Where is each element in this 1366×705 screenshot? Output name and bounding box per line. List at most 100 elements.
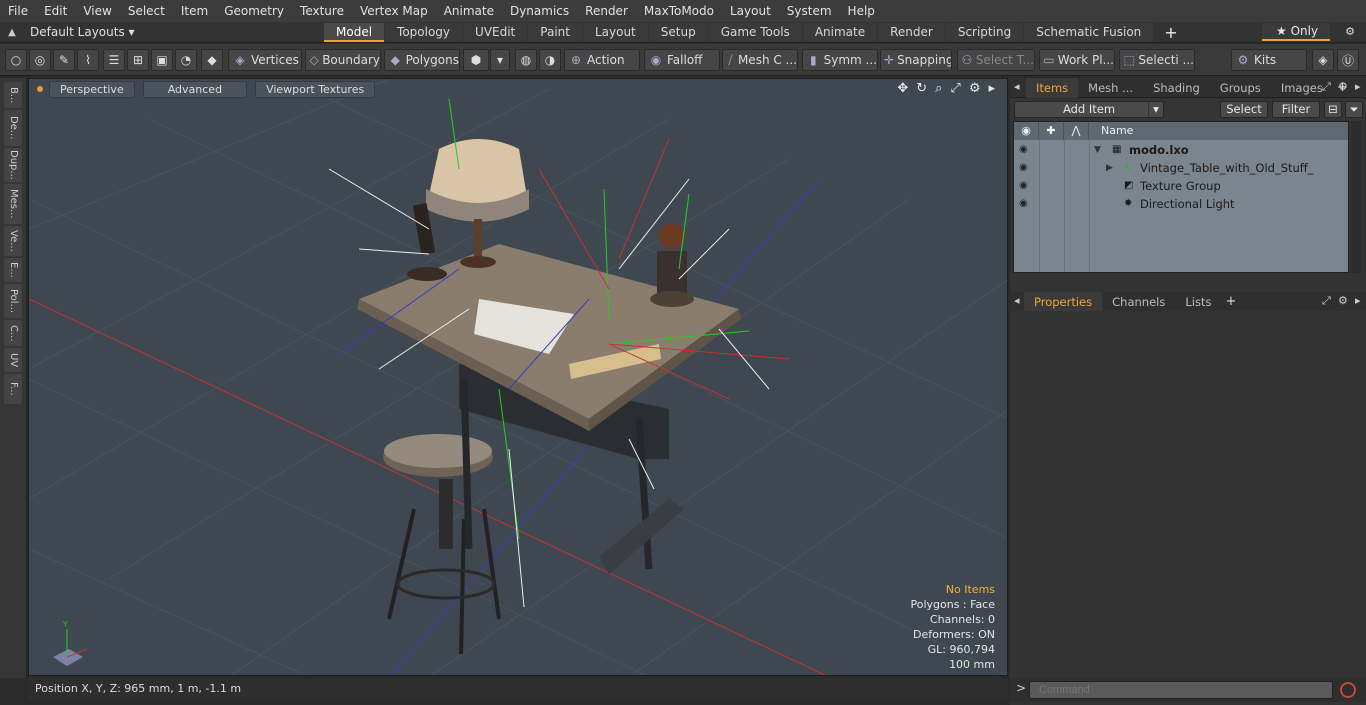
default-layouts-dropdown[interactable]: Default Layouts ▾	[24, 25, 324, 39]
tab-animate[interactable]: Animate	[802, 22, 878, 42]
menu-texture[interactable]: Texture	[292, 0, 352, 22]
record-macro-icon[interactable]	[1340, 682, 1356, 698]
tab-shading[interactable]: Shading	[1143, 78, 1210, 98]
panel-menu-icon[interactable]: ◂	[1014, 80, 1020, 93]
add-props-tab-icon[interactable]: +	[1221, 294, 1240, 309]
only-toggle[interactable]: ★ Only	[1262, 23, 1330, 41]
menu-maxtomodo[interactable]: MaxToModo	[636, 0, 722, 22]
command-input[interactable]	[1029, 681, 1333, 699]
chevron-down-icon[interactable]: ▾	[490, 49, 510, 71]
mesh-constraints-button[interactable]: ⧸ Mesh C ...	[722, 49, 798, 71]
advanced-button[interactable]: Advanced	[142, 80, 248, 98]
texture-icon[interactable]: ◑	[539, 49, 561, 71]
tab-render[interactable]: Render	[878, 22, 945, 42]
kits-button[interactable]: ⚙ Kits	[1231, 49, 1307, 71]
menu-animate[interactable]: Animate	[436, 0, 502, 22]
viewport-more-icon[interactable]: ▸	[988, 81, 995, 96]
menu-help[interactable]: Help	[840, 0, 883, 22]
work-plane-button[interactable]: ▭ Work Pl...	[1039, 49, 1115, 71]
strip-tab-edge[interactable]: E...	[4, 258, 22, 282]
collapse-triangle-icon[interactable]: ▼	[1094, 141, 1101, 159]
snapping-button[interactable]: ✛ Snapping	[880, 49, 952, 71]
grid-icon[interactable]: ⊞	[127, 49, 149, 71]
tab-setup[interactable]: Setup	[648, 22, 708, 42]
brush-icon[interactable]: ⌇	[77, 49, 99, 71]
panel-more-icon[interactable]: ▸	[1355, 80, 1361, 93]
polygons-button[interactable]: ◆ Polygons	[384, 49, 460, 71]
list-item[interactable]: ◉ ▶ ⅄ Vintage_Table_with_Old_Stuff_	[1014, 159, 1348, 177]
tab-topology[interactable]: Topology	[385, 22, 463, 42]
viewport-textures-button[interactable]: Viewport Textures	[255, 80, 376, 98]
menu-layout[interactable]: Layout	[722, 0, 779, 22]
vertices-button[interactable]: ◈ Vertices	[228, 49, 302, 71]
menu-view[interactable]: View	[75, 0, 119, 22]
tab-groups[interactable]: Groups	[1210, 78, 1271, 98]
props-more-icon[interactable]: ▸	[1355, 294, 1361, 307]
cube-shade-icon[interactable]: ◆	[201, 49, 223, 71]
funnel-icon[interactable]: ⏷	[1345, 101, 1363, 118]
tab-lists[interactable]: Lists	[1175, 292, 1221, 312]
boundary-button[interactable]: ◇ Boundary	[305, 49, 381, 71]
collapse-icon[interactable]: ⊟	[1324, 101, 1342, 118]
eye-icon[interactable]: ◉	[1019, 177, 1028, 195]
perspective-button[interactable]: Perspective	[49, 80, 135, 98]
tab-model[interactable]: Model	[324, 22, 385, 42]
rotate-view-icon[interactable]: ↻	[916, 81, 927, 96]
props-gear-icon[interactable]: ⚙	[1338, 294, 1348, 307]
pen-icon[interactable]: ✎	[53, 49, 75, 71]
expand-panel-icon[interactable]: ⤢	[1322, 80, 1331, 94]
type-column-icon[interactable]: ⋀	[1064, 122, 1089, 140]
eye-icon[interactable]: ◉	[1019, 141, 1028, 159]
square-icon[interactable]: ▣	[151, 49, 173, 71]
3d-viewport[interactable]: Y Perspective Advanced Viewport Textures…	[28, 78, 1008, 676]
falloff-button[interactable]: ◉ Falloff	[644, 49, 720, 71]
list-item[interactable]: ◉ ▼ ▦ modo.lxo	[1014, 141, 1348, 159]
zoom-icon[interactable]: ⌕	[935, 81, 942, 96]
strip-tab-vertex[interactable]: Ve...	[4, 226, 22, 256]
eye-icon[interactable]: ◉	[1019, 159, 1028, 177]
layout-up-icon[interactable]: ▲	[0, 27, 24, 38]
item-mode-icon[interactable]: ⬢	[463, 49, 489, 71]
add-tab-icon[interactable]: +	[1154, 23, 1187, 42]
strip-tab-fusion[interactable]: F...	[4, 374, 22, 404]
strip-tab-deform[interactable]: De...	[4, 110, 22, 146]
expand-triangle-icon[interactable]: ▶	[1106, 159, 1113, 177]
menu-file[interactable]: File	[0, 0, 36, 22]
props-menu-icon[interactable]: ◂	[1014, 294, 1020, 307]
menu-system[interactable]: System	[779, 0, 840, 22]
fit-view-icon[interactable]: ⤢	[950, 81, 960, 96]
props-expand-icon[interactable]: ⤢	[1322, 294, 1331, 308]
tab-paint[interactable]: Paint	[528, 22, 582, 42]
gear-icon[interactable]: ⚙	[1340, 22, 1360, 42]
menu-item[interactable]: Item	[173, 0, 216, 22]
strip-tab-polygon[interactable]: Pol...	[4, 284, 22, 318]
tab-properties[interactable]: Properties	[1024, 291, 1103, 312]
menu-render[interactable]: Render	[577, 0, 636, 22]
unity-icon[interactable]: ◈	[1312, 49, 1334, 71]
selection-sets-button[interactable]: ⬚ Selecti ...	[1119, 49, 1195, 71]
tab-channels[interactable]: Channels	[1102, 292, 1175, 312]
command-chevron-icon[interactable]: >	[1016, 681, 1026, 695]
lock-column-icon[interactable]: ✚	[1039, 122, 1064, 140]
strip-tab-duplicate[interactable]: Dup...	[4, 148, 22, 182]
strip-tab-basic[interactable]: B...	[4, 82, 22, 108]
menu-dynamics[interactable]: Dynamics	[502, 0, 577, 22]
action-center-button[interactable]: ⊕ Action	[564, 49, 640, 71]
circle-select-icon[interactable]: ○	[5, 49, 27, 71]
globe-icon[interactable]: ◎	[29, 49, 51, 71]
strip-tab-mesh-edit[interactable]: Mes...	[4, 184, 22, 224]
menu-vertex-map[interactable]: Vertex Map	[352, 0, 436, 22]
tab-scripting[interactable]: Scripting	[945, 22, 1024, 42]
panel-gear-icon[interactable]: ⚙	[1338, 80, 1348, 93]
tab-layout[interactable]: Layout	[582, 22, 648, 42]
strip-tab-curve[interactable]: C...	[4, 320, 22, 346]
tab-items[interactable]: Items	[1026, 77, 1079, 98]
select-through-button[interactable]: ⚇ Select T...	[957, 49, 1035, 71]
rotate-icon[interactable]: ◔	[175, 49, 197, 71]
list-item[interactable]: ◉ ✸ Directional Light	[1014, 195, 1348, 213]
tab-mesh[interactable]: Mesh ...	[1078, 78, 1143, 98]
add-item-dropdown-icon[interactable]: ▾	[1148, 101, 1164, 118]
viewport-menu-dot[interactable]	[37, 86, 43, 92]
name-column-header[interactable]: Name	[1089, 122, 1133, 140]
strip-tab-uv[interactable]: UV	[4, 348, 22, 372]
